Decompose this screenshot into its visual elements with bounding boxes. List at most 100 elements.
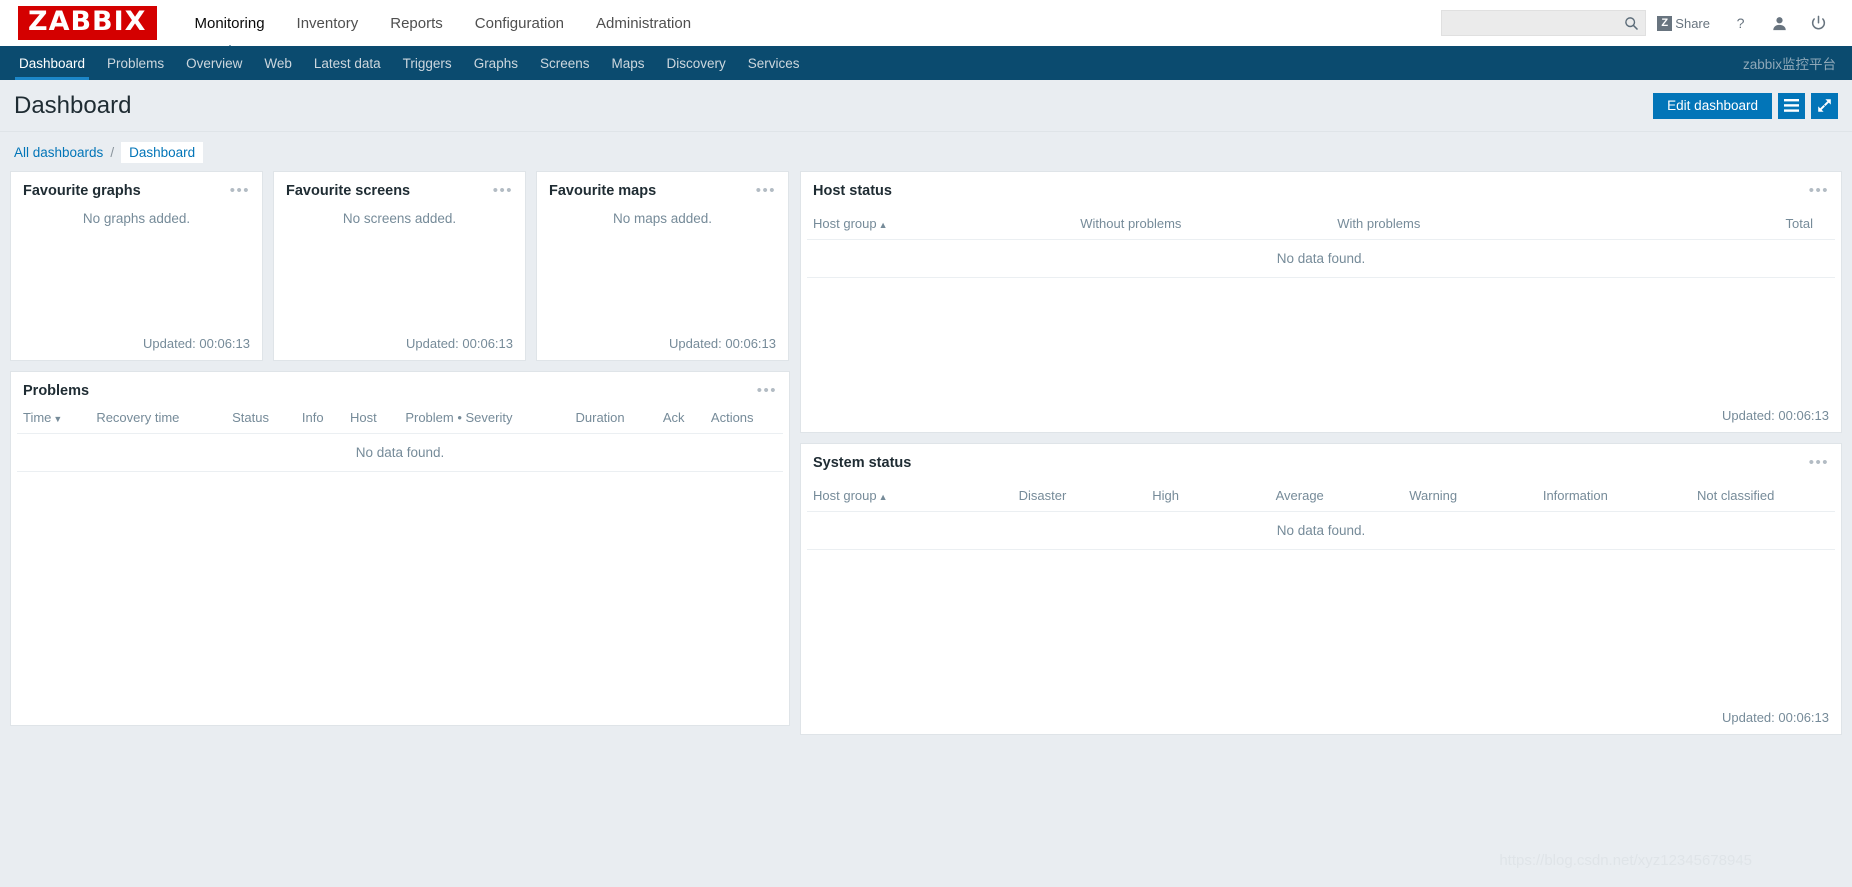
favourites-row: Favourite graphs ••• No graphs added. Up… bbox=[10, 171, 790, 361]
empty-message: No data found. bbox=[807, 239, 1835, 278]
updated-timestamp: Updated: 00:06:13 bbox=[1722, 710, 1829, 725]
system-status-table-wrap: Host group ▲ Disaster High Average Warnin… bbox=[801, 481, 1841, 550]
widget-menu-icon[interactable]: ••• bbox=[757, 383, 777, 398]
dashboard-right-column: Host status ••• Host group ▲ Without prob… bbox=[800, 171, 1842, 735]
column-header-information[interactable]: Information bbox=[1536, 481, 1692, 512]
sidebar-item-web[interactable]: Web bbox=[253, 46, 303, 80]
column-header-duration[interactable]: Duration bbox=[569, 403, 657, 434]
widget-menu-icon[interactable]: ••• bbox=[1809, 455, 1829, 470]
column-header-actions[interactable]: Actions bbox=[704, 403, 783, 434]
widget-system-status: System status ••• Host group ▲ Disaster H… bbox=[800, 443, 1842, 735]
column-header-host-group[interactable]: Host group ▲ bbox=[807, 481, 1013, 512]
sidebar-item-screens[interactable]: Screens bbox=[529, 46, 601, 80]
host-status-table: Host group ▲ Without problems With proble… bbox=[807, 209, 1835, 278]
widget-title: Favourite maps bbox=[549, 183, 657, 199]
sidebar-item-discovery[interactable]: Discovery bbox=[656, 46, 737, 80]
column-header-not-classified[interactable]: Not classified bbox=[1691, 481, 1835, 512]
widget-menu-icon[interactable]: ••• bbox=[1809, 183, 1829, 198]
column-header-without-problems[interactable]: Without problems bbox=[1074, 209, 1332, 240]
sidebar-item-maps[interactable]: Maps bbox=[601, 46, 656, 80]
sidebar-item-graphs[interactable]: Graphs bbox=[463, 46, 529, 80]
sidebar-item-problems[interactable]: Problems bbox=[96, 46, 175, 80]
main-menu-item-configuration[interactable]: Configuration bbox=[459, 0, 580, 46]
widget-title: Host status bbox=[813, 183, 892, 199]
sidebar-item-triggers[interactable]: Triggers bbox=[392, 46, 463, 80]
page-title: Dashboard bbox=[14, 91, 132, 119]
sidebar-item-overview[interactable]: Overview bbox=[175, 46, 253, 80]
column-header-host[interactable]: Host bbox=[344, 403, 400, 434]
breadcrumb: All dashboards / Dashboard bbox=[0, 132, 1852, 171]
search-input[interactable] bbox=[1450, 15, 1625, 31]
header-right-tools: Z Share ? bbox=[1441, 0, 1838, 46]
main-menu: Monitoring Inventory Reports Configurati… bbox=[179, 0, 708, 46]
widget-header: Favourite screens ••• bbox=[274, 172, 525, 205]
widget-problems: Problems ••• Time▼ Recovery time Status bbox=[10, 371, 790, 726]
svg-text:?: ? bbox=[1737, 16, 1745, 32]
dashboard-left-column: Favourite graphs ••• No graphs added. Up… bbox=[10, 171, 790, 726]
page-header-actions: Edit dashboard bbox=[1653, 92, 1838, 119]
page-body: Dashboard Edit dashboard All dashboards … bbox=[0, 80, 1852, 887]
widget-header: System status ••• bbox=[801, 444, 1841, 481]
widget-menu-icon[interactable]: ••• bbox=[493, 183, 513, 198]
hamburger-icon[interactable] bbox=[1778, 92, 1805, 119]
column-header-time[interactable]: Time ▼ bbox=[17, 403, 91, 434]
column-header-recovery-time[interactable]: Recovery time bbox=[90, 403, 227, 434]
column-header-host-group[interactable]: Host group ▲ bbox=[807, 209, 1075, 240]
sidebar-item-services[interactable]: Services bbox=[737, 46, 811, 80]
table-header-row: Time ▼ Recovery time Status Info Host Pro… bbox=[17, 403, 783, 434]
help-icon[interactable]: ? bbox=[1721, 0, 1760, 46]
main-menu-item-monitoring[interactable]: Monitoring bbox=[179, 0, 281, 46]
widget-host-status: Host status ••• Host group ▲ Without prob… bbox=[800, 171, 1842, 433]
column-header-total[interactable]: Total bbox=[1588, 209, 1835, 240]
empty-message: No maps added. bbox=[612, 211, 713, 226]
power-icon[interactable] bbox=[1799, 0, 1838, 46]
column-header-info[interactable]: Info bbox=[295, 403, 344, 434]
sub-navigation: Dashboard Problems Overview Web Latest d… bbox=[0, 46, 1852, 80]
sidebar-item-dashboard[interactable]: Dashboard bbox=[8, 46, 96, 80]
column-header-with-problems[interactable]: With problems bbox=[1331, 209, 1589, 240]
edit-dashboard-button[interactable]: Edit dashboard bbox=[1653, 92, 1772, 119]
column-label: Time bbox=[23, 410, 52, 425]
column-header-high[interactable]: High bbox=[1146, 481, 1270, 512]
problems-table-wrap: Time ▼ Recovery time Status Info Host Pro… bbox=[11, 403, 789, 472]
main-menu-item-inventory[interactable]: Inventory bbox=[281, 0, 375, 46]
breadcrumb-current[interactable]: Dashboard bbox=[121, 142, 204, 163]
column-header-disaster[interactable]: Disaster bbox=[1012, 481, 1147, 512]
widget-menu-icon[interactable]: ••• bbox=[756, 183, 776, 198]
search-box[interactable] bbox=[1441, 10, 1647, 36]
widget-menu-icon[interactable]: ••• bbox=[230, 183, 250, 198]
column-header-status[interactable]: Status bbox=[226, 403, 296, 434]
column-header-warning[interactable]: Warning bbox=[1403, 481, 1537, 512]
column-header-average[interactable]: Average bbox=[1269, 481, 1404, 512]
widget-header: Problems ••• bbox=[11, 372, 789, 403]
column-header-ack[interactable]: Ack bbox=[656, 403, 705, 434]
sort-asc-icon: ▲ bbox=[878, 492, 888, 502]
widget-title: Problems bbox=[23, 383, 90, 399]
sidebar-item-latest-data[interactable]: Latest data bbox=[303, 46, 392, 80]
main-menu-item-administration[interactable]: Administration bbox=[580, 0, 707, 46]
share-badge-icon: Z bbox=[1657, 15, 1673, 31]
user-icon[interactable] bbox=[1760, 0, 1799, 46]
main-menu-item-reports[interactable]: Reports bbox=[374, 0, 459, 46]
share-label: Share bbox=[1675, 15, 1710, 31]
column-header-problem-severity[interactable]: Problem • Severity bbox=[399, 403, 570, 434]
widget-favourite-graphs: Favourite graphs ••• No graphs added. Up… bbox=[10, 171, 263, 361]
table-header-row: Host group ▲ Disaster High Average Warnin… bbox=[807, 481, 1835, 512]
expand-icon[interactable] bbox=[1811, 92, 1838, 119]
sort-desc-icon: ▼ bbox=[53, 414, 63, 424]
empty-message: No screens added. bbox=[342, 211, 457, 226]
table-header-row: Host group ▲ Without problems With proble… bbox=[807, 209, 1835, 240]
system-status-table: Host group ▲ Disaster High Average Warnin… bbox=[807, 481, 1835, 550]
platform-label: zabbix监控平台 bbox=[1742, 57, 1836, 72]
breadcrumb-all-dashboards[interactable]: All dashboards bbox=[14, 145, 103, 160]
share-button[interactable]: Z Share bbox=[1646, 0, 1721, 46]
watermark: https://blog.csdn.net/xyz12345678945 bbox=[1499, 852, 1752, 869]
updated-timestamp: Updated: 00:06:13 bbox=[406, 336, 513, 351]
search-icon[interactable] bbox=[1624, 16, 1639, 31]
empty-message: No graphs added. bbox=[82, 211, 191, 226]
updated-timestamp: Updated: 00:06:13 bbox=[1722, 408, 1829, 423]
zabbix-logo[interactable]: ZABBIX bbox=[18, 5, 157, 41]
widget-favourite-maps: Favourite maps ••• No maps added. Update… bbox=[536, 171, 789, 361]
widget-title: System status bbox=[813, 455, 912, 471]
table-row-empty: No data found. bbox=[807, 511, 1835, 550]
